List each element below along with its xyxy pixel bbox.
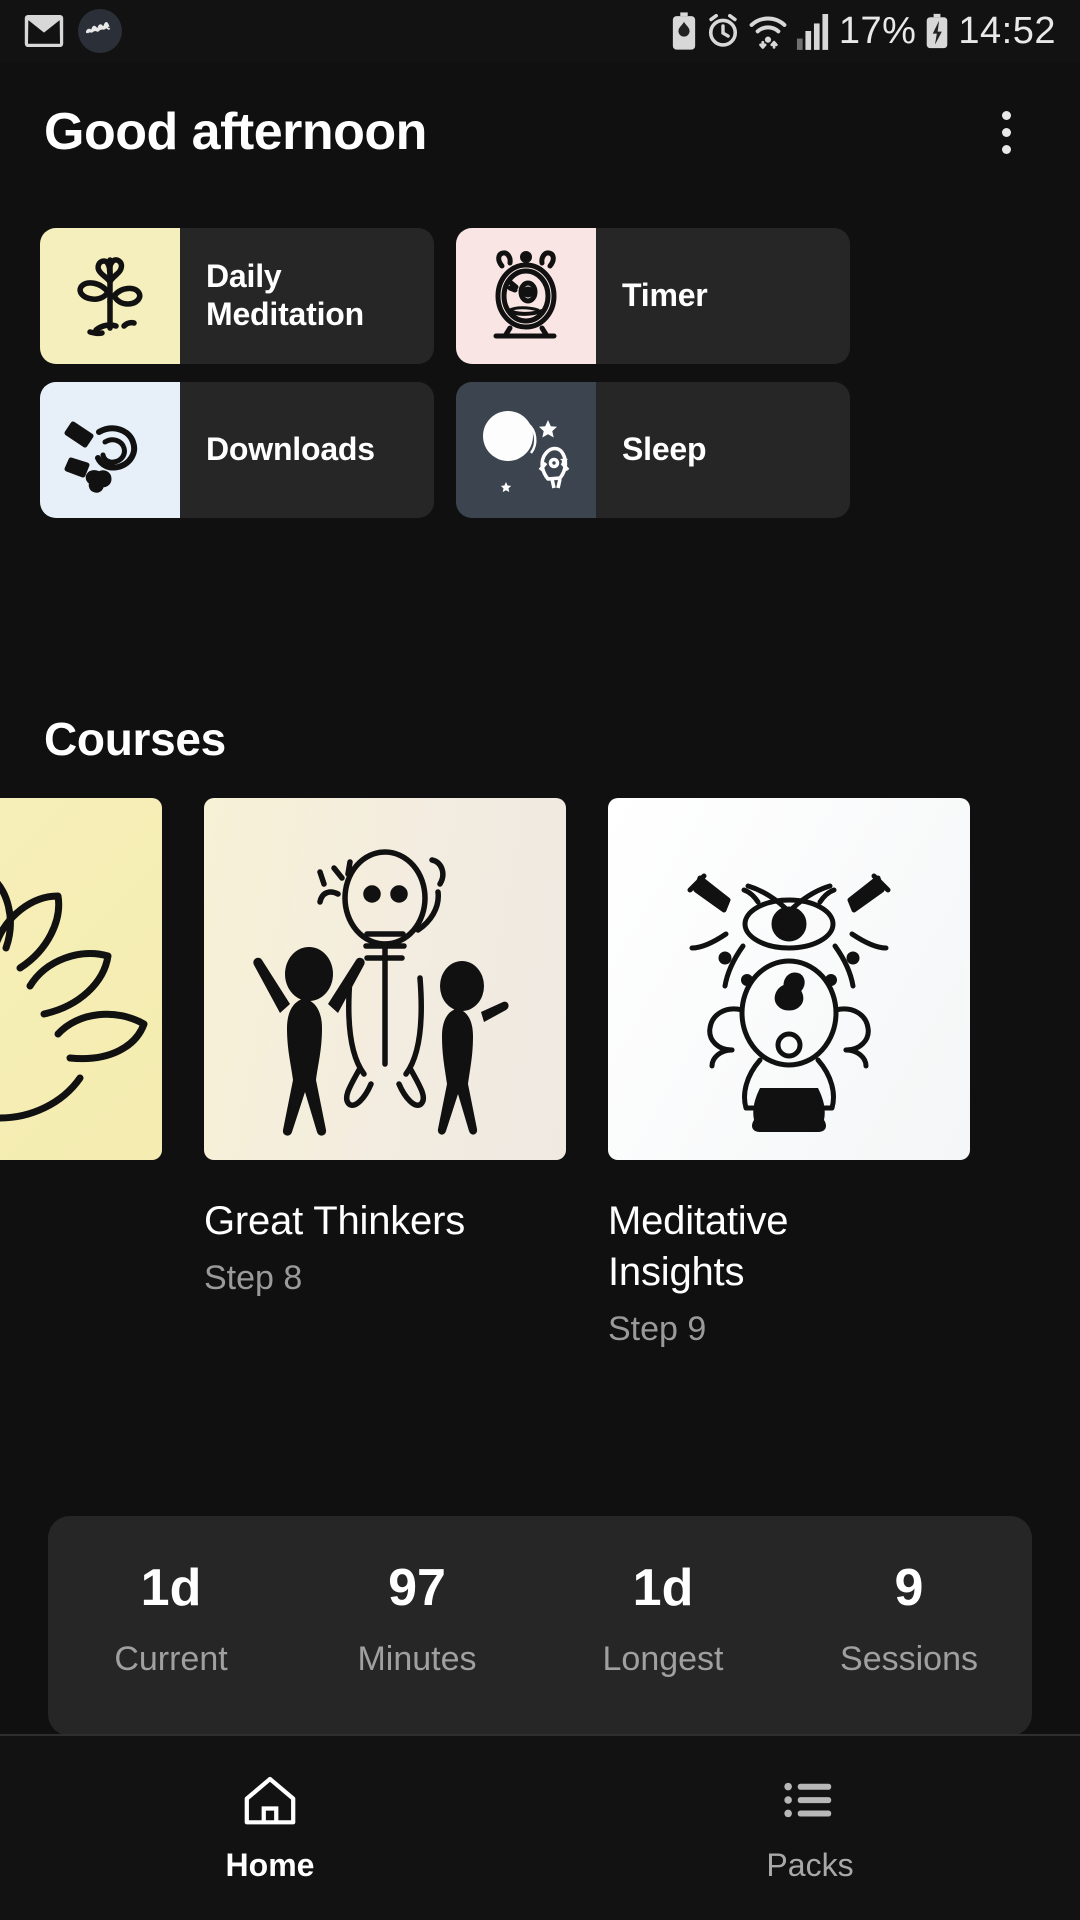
tile-label: Downloads: [206, 431, 375, 468]
course-step: Step 9: [608, 1310, 707, 1349]
bottom-navigation: Home Packs: [0, 1734, 1080, 1920]
course-card[interactable]: [0, 798, 162, 1358]
page-header: Good afternoon: [0, 62, 1080, 202]
clock-time: 14:52: [958, 9, 1056, 52]
stat-label: Longest: [602, 1640, 724, 1678]
stats-panel: 1d Current 97 Minutes 1d Longest 9 Sessi…: [48, 1516, 1032, 1736]
course-card[interactable]: Great Thinkers Step 8: [204, 798, 566, 1358]
courses-carousel[interactable]: Great Thinkers Step 8 Meditative Insight…: [0, 798, 1080, 1358]
stat-sessions: 9 Sessions: [786, 1558, 1032, 1679]
course-title: Great Thinkers: [204, 1199, 466, 1243]
tile-daily-meditation[interactable]: Daily Meditation: [40, 228, 434, 364]
alarm-icon: [708, 13, 737, 47]
stat-longest: 1d Longest: [540, 1558, 786, 1679]
course-card[interactable]: Meditative Insights Step 9: [608, 798, 970, 1358]
moon-star-icon: [456, 382, 596, 518]
stat-value: 1d: [140, 1559, 202, 1617]
course-title: Meditative Insights: [608, 1199, 789, 1295]
app-screen: 17% 14:52 Good afternoon Daily Meditatio…: [0, 0, 1080, 1920]
nav-label: Packs: [766, 1846, 854, 1883]
tile-label: Timer: [622, 277, 708, 314]
envelope-icon: [24, 15, 64, 47]
page-title: Good afternoon: [44, 103, 427, 161]
nav-item-packs[interactable]: Packs: [540, 1773, 1080, 1884]
signal-icon: [796, 14, 828, 50]
tile-label: Daily Meditation: [206, 258, 364, 332]
status-bar-left: [24, 9, 122, 53]
status-bar-right: 17% 14:52: [671, 10, 1056, 53]
home-icon: [244, 1776, 296, 1824]
charging-battery-icon: [927, 13, 948, 49]
stat-label: Sessions: [840, 1640, 978, 1678]
course-step: Step 8: [204, 1259, 303, 1298]
nav-label: Home: [225, 1846, 315, 1883]
quick-action-grid: Daily Meditation Timer Downloads Sleep: [40, 228, 1040, 518]
plant-heart-icon: [40, 228, 180, 364]
headphones-icon: [40, 382, 180, 518]
stat-value: 1d: [632, 1559, 694, 1617]
battery-saver-icon: [672, 12, 695, 50]
courses-section-title: Courses: [44, 713, 226, 765]
thinkers-icon: [204, 798, 566, 1160]
tile-label: Sleep: [622, 431, 707, 468]
third-eye-icon: [608, 798, 970, 1160]
stat-value: 9: [894, 1559, 924, 1617]
kebab-menu-icon[interactable]: [976, 102, 1036, 162]
tile-sleep[interactable]: Sleep: [456, 382, 850, 518]
wifi-icon: [749, 16, 787, 49]
stat-label: Minutes: [357, 1640, 477, 1678]
stat-current: 1d Current: [48, 1558, 294, 1679]
lotus-icon: [0, 798, 162, 1160]
alarm-clock-icon: [456, 228, 596, 364]
tile-downloads[interactable]: Downloads: [40, 382, 434, 518]
app-badge-icon: [78, 9, 122, 53]
list-icon: [784, 1782, 832, 1817]
nav-item-home[interactable]: Home: [0, 1773, 540, 1884]
stat-label: Current: [114, 1640, 228, 1678]
tile-timer[interactable]: Timer: [456, 228, 850, 364]
stat-minutes: 97 Minutes: [294, 1558, 540, 1679]
status-bar: 17% 14:52: [0, 0, 1080, 62]
battery-percent: 17%: [838, 9, 917, 52]
stat-value: 97: [388, 1559, 446, 1617]
